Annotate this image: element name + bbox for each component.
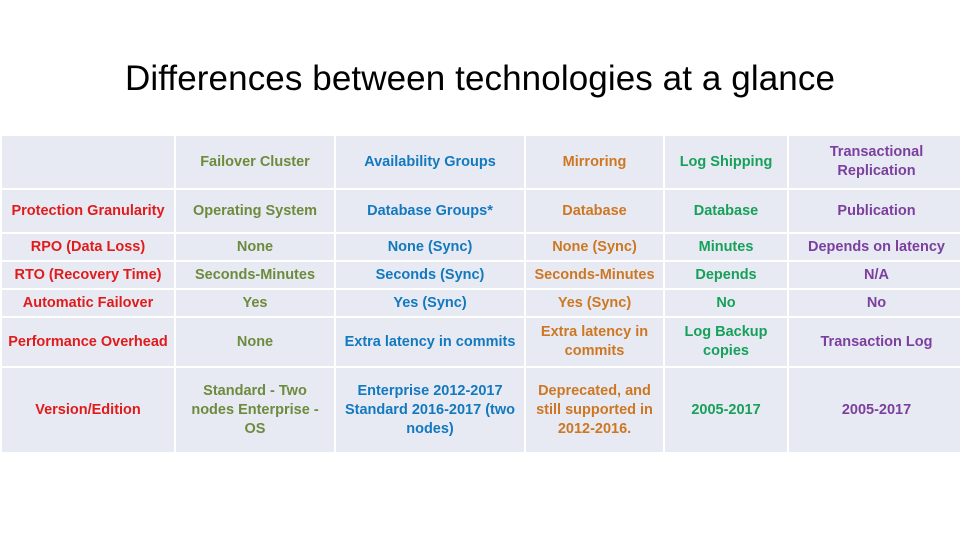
- cell-rpo-transactional-replication: Depends on latency: [789, 234, 960, 260]
- table-row: Performance Overhead None Extra latency …: [2, 318, 960, 366]
- cell-rto-availability-groups: Seconds (Sync): [336, 262, 524, 288]
- column-header-log-shipping: Log Shipping: [665, 136, 787, 188]
- column-header-failover-cluster: Failover Cluster: [176, 136, 334, 188]
- cell-version-availability-groups: Enterprise 2012-2017 Standard 2016-2017 …: [336, 368, 524, 452]
- cell-rto-log-shipping: Depends: [665, 262, 787, 288]
- cell-granularity-mirroring: Database: [526, 190, 663, 232]
- cell-performance-mirroring: Extra latency in commits: [526, 318, 663, 366]
- cell-rpo-failover-cluster: None: [176, 234, 334, 260]
- row-label-performance-overhead: Performance Overhead: [2, 318, 174, 366]
- cell-autofailover-transactional-replication: No: [789, 290, 960, 316]
- cell-rpo-mirroring: None (Sync): [526, 234, 663, 260]
- cell-autofailover-failover-cluster: Yes: [176, 290, 334, 316]
- cell-rto-mirroring: Seconds-Minutes: [526, 262, 663, 288]
- cell-version-mirroring: Deprecated, and still supported in 2012-…: [526, 368, 663, 452]
- page-title: Differences between technologies at a gl…: [124, 59, 836, 98]
- cell-performance-log-shipping: Log Backup copies: [665, 318, 787, 366]
- cell-autofailover-mirroring: Yes (Sync): [526, 290, 663, 316]
- cell-granularity-log-shipping: Database: [665, 190, 787, 232]
- table-row: RPO (Data Loss) None None (Sync) None (S…: [2, 234, 960, 260]
- table-corner-cell: [2, 136, 174, 188]
- table-row: Automatic Failover Yes Yes (Sync) Yes (S…: [2, 290, 960, 316]
- slide-canvas: Differences between technologies at a gl…: [0, 0, 960, 540]
- table-row: Protection Granularity Operating System …: [2, 190, 960, 232]
- column-header-mirroring: Mirroring: [526, 136, 663, 188]
- cell-granularity-availability-groups: Database Groups*: [336, 190, 524, 232]
- column-header-availability-groups: Availability Groups: [336, 136, 524, 188]
- table-row: Version/Edition Standard - Two nodes Ent…: [2, 368, 960, 452]
- row-label-automatic-failover: Automatic Failover: [2, 290, 174, 316]
- row-label-version-edition: Version/Edition: [2, 368, 174, 452]
- cell-version-log-shipping: 2005-2017: [665, 368, 787, 452]
- cell-autofailover-log-shipping: No: [665, 290, 787, 316]
- cell-performance-transactional-replication: Transaction Log: [789, 318, 960, 366]
- cell-rpo-log-shipping: Minutes: [665, 234, 787, 260]
- cell-granularity-transactional-replication: Publication: [789, 190, 960, 232]
- cell-performance-failover-cluster: None: [176, 318, 334, 366]
- cell-rto-transactional-replication: N/A: [789, 262, 960, 288]
- row-label-protection-granularity: Protection Granularity: [2, 190, 174, 232]
- table-header-row: Failover Cluster Availability Groups Mir…: [2, 136, 960, 188]
- row-label-rpo: RPO (Data Loss): [2, 234, 174, 260]
- cell-rto-failover-cluster: Seconds-Minutes: [176, 262, 334, 288]
- table-row: RTO (Recovery Time) Seconds-Minutes Seco…: [2, 262, 960, 288]
- cell-autofailover-availability-groups: Yes (Sync): [336, 290, 524, 316]
- comparison-table: Failover Cluster Availability Groups Mir…: [0, 134, 960, 454]
- cell-version-failover-cluster: Standard - Two nodes Enterprise - OS: [176, 368, 334, 452]
- cell-rpo-availability-groups: None (Sync): [336, 234, 524, 260]
- cell-performance-availability-groups: Extra latency in commits: [336, 318, 524, 366]
- row-label-rto: RTO (Recovery Time): [2, 262, 174, 288]
- cell-granularity-failover-cluster: Operating System: [176, 190, 334, 232]
- column-header-transactional-replication: Transactional Replication: [789, 136, 960, 188]
- cell-version-transactional-replication: 2005-2017: [789, 368, 960, 452]
